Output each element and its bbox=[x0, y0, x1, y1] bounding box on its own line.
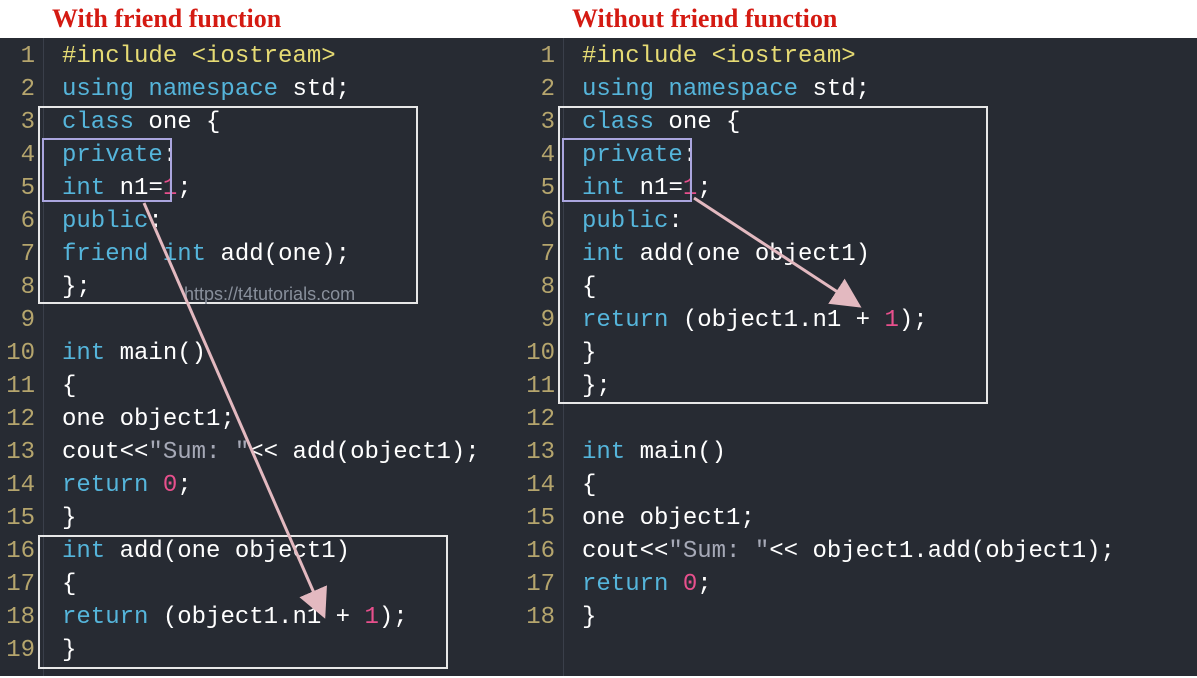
line-number: 12 bbox=[520, 403, 563, 436]
line-number: 4 bbox=[520, 139, 563, 172]
left-editor: 1 2 3 4 5 6 7 8 9 10 11 12 13 14 15 16 1… bbox=[0, 38, 520, 676]
left-heading: With friend function bbox=[0, 0, 520, 38]
line-number: 15 bbox=[0, 502, 43, 535]
code-line: int n1=1; bbox=[582, 172, 1197, 205]
line-number: 9 bbox=[0, 304, 43, 337]
line-number: 14 bbox=[520, 469, 563, 502]
code-line: public: bbox=[582, 205, 1197, 238]
line-number: 19 bbox=[0, 634, 43, 667]
line-number: 10 bbox=[520, 337, 563, 370]
code-line bbox=[62, 304, 520, 337]
code-line bbox=[582, 403, 1197, 436]
line-number: 16 bbox=[0, 535, 43, 568]
code-line: } bbox=[62, 634, 520, 667]
code-line: } bbox=[62, 502, 520, 535]
line-number: 6 bbox=[0, 205, 43, 238]
line-number: 7 bbox=[520, 238, 563, 271]
line-number: 8 bbox=[520, 271, 563, 304]
line-number: 5 bbox=[0, 172, 43, 205]
code-line: friend int add(one); bbox=[62, 238, 520, 271]
line-number: 3 bbox=[0, 106, 43, 139]
code-line: cout<<"Sum: "<< object1.add(object1); bbox=[582, 535, 1197, 568]
line-number: 2 bbox=[0, 73, 43, 106]
code-line: one object1; bbox=[62, 403, 520, 436]
code-line: { bbox=[62, 370, 520, 403]
line-number: 4 bbox=[0, 139, 43, 172]
right-gutter: 1 2 3 4 5 6 7 8 9 10 11 12 13 14 15 16 1… bbox=[520, 38, 564, 676]
code-line: #include <iostream> bbox=[582, 40, 1197, 73]
left-panel: With friend function 1 2 3 4 5 6 7 8 9 1… bbox=[0, 0, 520, 676]
code-line: int main() bbox=[582, 436, 1197, 469]
code-line: cout<<"Sum: "<< add(object1); bbox=[62, 436, 520, 469]
code-line: private: bbox=[582, 139, 1197, 172]
line-number: 9 bbox=[520, 304, 563, 337]
code-line: }; bbox=[62, 271, 520, 304]
right-panel: Without friend function 1 2 3 4 5 6 7 8 … bbox=[520, 0, 1197, 676]
code-line: private: bbox=[62, 139, 520, 172]
code-line: { bbox=[62, 568, 520, 601]
line-number: 18 bbox=[520, 601, 563, 634]
line-number: 2 bbox=[520, 73, 563, 106]
line-number: 6 bbox=[520, 205, 563, 238]
code-line: class one { bbox=[62, 106, 520, 139]
code-line: } bbox=[582, 337, 1197, 370]
code-line: int n1=1; bbox=[62, 172, 520, 205]
code-line: class one { bbox=[582, 106, 1197, 139]
code-line: return (object1.n1 + 1); bbox=[582, 304, 1197, 337]
line-number: 8 bbox=[0, 271, 43, 304]
left-gutter: 1 2 3 4 5 6 7 8 9 10 11 12 13 14 15 16 1… bbox=[0, 38, 44, 676]
code-line: { bbox=[582, 469, 1197, 502]
code-line: #include <iostream> bbox=[62, 40, 520, 73]
code-line: return (object1.n1 + 1); bbox=[62, 601, 520, 634]
right-heading: Without friend function bbox=[520, 0, 1197, 38]
line-number: 17 bbox=[520, 568, 563, 601]
line-number: 14 bbox=[0, 469, 43, 502]
code-line: { bbox=[582, 271, 1197, 304]
left-code[interactable]: #include <iostream> using namespace std;… bbox=[44, 38, 520, 676]
line-number: 13 bbox=[0, 436, 43, 469]
code-line: using namespace std; bbox=[62, 73, 520, 106]
line-number: 17 bbox=[0, 568, 43, 601]
code-line: } bbox=[582, 601, 1197, 634]
code-line: using namespace std; bbox=[582, 73, 1197, 106]
code-line: }; bbox=[582, 370, 1197, 403]
line-number: 10 bbox=[0, 337, 43, 370]
code-line: int main() bbox=[62, 337, 520, 370]
line-number: 11 bbox=[0, 370, 43, 403]
code-line: return 0; bbox=[582, 568, 1197, 601]
right-code[interactable]: #include <iostream> using namespace std;… bbox=[564, 38, 1197, 676]
line-number: 11 bbox=[520, 370, 563, 403]
line-number: 7 bbox=[0, 238, 43, 271]
line-number: 13 bbox=[520, 436, 563, 469]
line-number: 12 bbox=[0, 403, 43, 436]
line-number: 5 bbox=[520, 172, 563, 205]
line-number: 15 bbox=[520, 502, 563, 535]
code-line: public: bbox=[62, 205, 520, 238]
line-number: 1 bbox=[520, 40, 563, 73]
line-number: 3 bbox=[520, 106, 563, 139]
right-editor: 1 2 3 4 5 6 7 8 9 10 11 12 13 14 15 16 1… bbox=[520, 38, 1197, 676]
code-line: int add(one object1) bbox=[62, 535, 520, 568]
line-number: 18 bbox=[0, 601, 43, 634]
code-line: return 0; bbox=[62, 469, 520, 502]
line-number: 16 bbox=[520, 535, 563, 568]
code-line: one object1; bbox=[582, 502, 1197, 535]
line-number: 1 bbox=[0, 40, 43, 73]
code-line: int add(one object1) bbox=[582, 238, 1197, 271]
